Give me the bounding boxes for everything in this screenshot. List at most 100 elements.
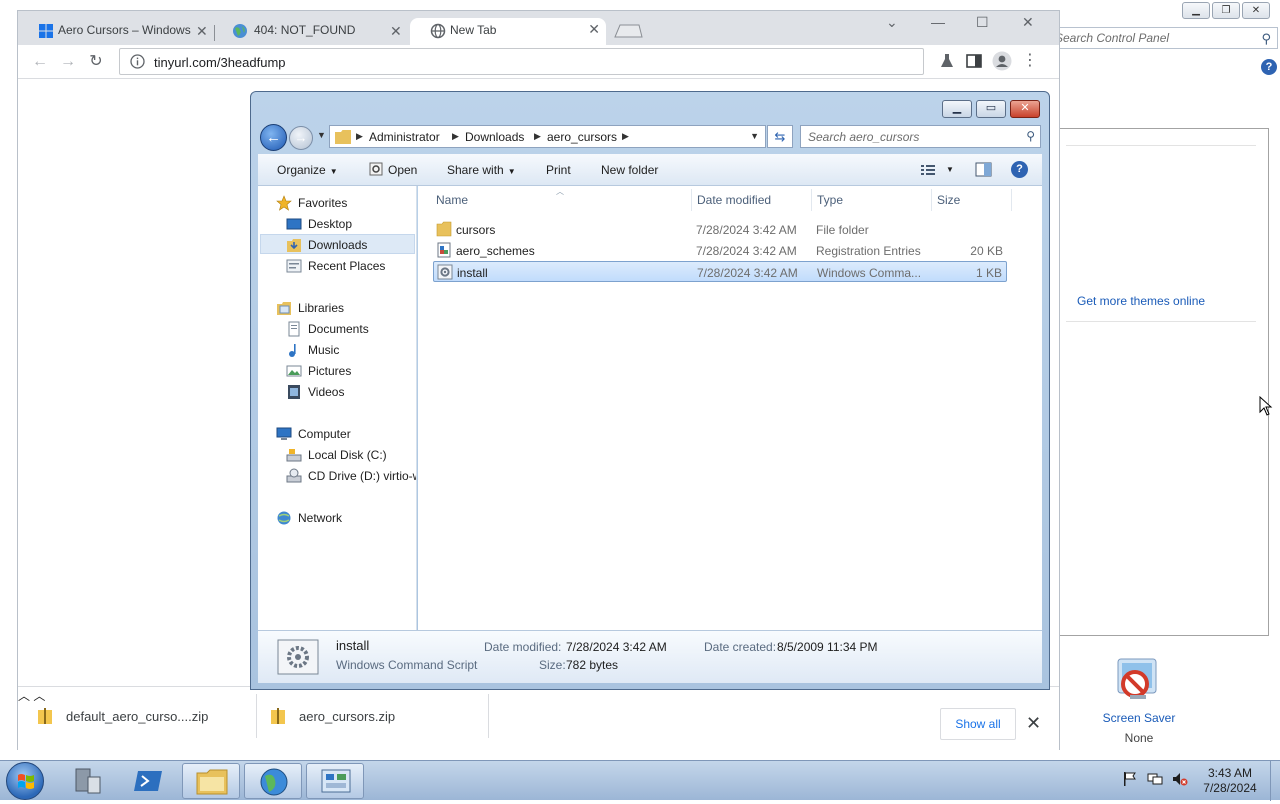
refresh-button[interactable]: ⇆	[767, 125, 793, 148]
file-row-install[interactable]: install 7/28/2024 3:42 AM Windows Comma.…	[433, 261, 1007, 282]
column-header-name[interactable]: Name	[436, 193, 468, 207]
help-icon[interactable]: ?	[1261, 59, 1277, 75]
search-icon[interactable]: ⚲	[1026, 129, 1035, 143]
column-header-size[interactable]: Size	[937, 193, 960, 207]
recent-places-icon	[286, 259, 302, 273]
forward-arrow-icon[interactable]: →	[57, 51, 79, 73]
details-date-modified-label: Date modified:	[484, 640, 562, 654]
cp-close-button[interactable]: ✕	[1242, 2, 1270, 19]
system-clock[interactable]: 3:43 AM 7/28/2024	[1195, 766, 1265, 796]
reload-icon[interactable]: ↻	[85, 51, 107, 73]
close-button[interactable]: ✕	[1010, 100, 1040, 118]
download-filename: default_aero_curso....zip	[66, 708, 209, 724]
tab-404-not-found[interactable]: 404: NOT_FOUND	[214, 18, 404, 45]
tab-new-tab[interactable]: New Tab ✕	[410, 18, 606, 45]
close-icon[interactable]: ✕	[196, 23, 208, 40]
back-button[interactable]: ←	[260, 124, 287, 151]
downloads-folder-icon	[287, 239, 301, 252]
preview-pane-icon[interactable]	[975, 162, 992, 177]
close-icon[interactable]: ✕	[390, 23, 402, 40]
action-center-flag-icon[interactable]	[1122, 771, 1138, 787]
script-gear-icon	[277, 639, 319, 675]
taskbar-server-manager[interactable]	[58, 763, 116, 799]
maximize-icon[interactable]: ☐	[976, 14, 989, 31]
chevron-right-icon[interactable]: ▶	[356, 131, 363, 142]
breadcrumb-downloads[interactable]: Downloads	[465, 130, 524, 144]
address-dropdown[interactable]: ▼	[750, 131, 759, 141]
explorer-search-input[interactable]: Search aero_cursors ⚲	[800, 125, 1041, 148]
download-item[interactable]: aero_cursors.zip	[271, 687, 395, 745]
close-icon[interactable]: ✕	[1026, 713, 1041, 734]
network-tray-icon[interactable]	[1147, 771, 1163, 787]
close-icon[interactable]: ✕	[588, 21, 600, 38]
profile-avatar-icon[interactable]	[992, 51, 1012, 71]
videos-icon	[288, 385, 300, 399]
file-row-cursors[interactable]: cursors 7/28/2024 3:42 AM File folder	[433, 219, 1007, 240]
open-file-icon[interactable]	[368, 161, 384, 177]
show-desktop-button[interactable]	[1270, 761, 1280, 801]
print-button[interactable]: Print	[546, 163, 571, 177]
view-options-icon[interactable]	[920, 163, 936, 177]
documents-icon	[288, 321, 300, 337]
download-bar: default_aero_curso....zip ︿ aero_cursors…	[18, 686, 1059, 750]
download-filename: aero_cursors.zip	[299, 708, 396, 724]
screen-saver-icon[interactable]	[1114, 657, 1160, 705]
new-tab-button[interactable]	[613, 24, 643, 38]
file-date: 7/28/2024 3:42 AM	[696, 223, 797, 237]
minimize-button[interactable]: ▁	[942, 100, 972, 118]
maximize-button[interactable]: ▭	[976, 100, 1006, 118]
show-all-button[interactable]: Show all	[940, 708, 1016, 740]
taskbar-control-panel[interactable]	[306, 763, 364, 799]
chevron-right-icon[interactable]: ▶	[534, 131, 541, 142]
taskbar-powershell[interactable]	[120, 763, 178, 799]
address-bar[interactable]: ▶ Administrator ▶ Downloads ▶ aero_curso…	[329, 125, 766, 148]
nav-downloads[interactable]: Downloads	[260, 234, 415, 254]
start-button[interactable]	[6, 762, 44, 800]
file-row-aero-schemes[interactable]: aero_schemes 7/28/2024 3:42 AM Registrat…	[433, 240, 1007, 261]
help-icon[interactable]: ?	[1011, 161, 1028, 178]
desktop-icon	[286, 218, 302, 230]
details-file-name: install	[336, 638, 370, 653]
cp-divider	[1066, 321, 1256, 322]
breadcrumb-administrator[interactable]: Administrator	[369, 130, 440, 144]
info-icon[interactable]	[130, 54, 145, 69]
address-bar[interactable]: tinyurl.com/3headfump	[119, 48, 924, 75]
minimize-icon[interactable]: —	[931, 14, 945, 30]
labs-flask-icon[interactable]	[938, 52, 956, 70]
server-manager-icon	[75, 768, 101, 794]
cp-restore-button[interactable]: ❐	[1212, 2, 1240, 19]
chevron-up-icon[interactable]: ︿	[18, 689, 30, 703]
breadcrumb-aero-cursors[interactable]: aero_cursors	[547, 130, 617, 144]
cp-divider	[1066, 145, 1256, 146]
zip-file-icon	[271, 708, 285, 724]
new-folder-button[interactable]: New folder	[601, 163, 658, 177]
download-item[interactable]: default_aero_curso....zip	[38, 687, 208, 745]
open-button[interactable]: Open	[388, 163, 417, 177]
search-icon[interactable]: ⚲	[1261, 31, 1271, 47]
close-icon[interactable]: ✕	[1022, 14, 1034, 31]
taskbar-explorer[interactable]	[182, 763, 240, 799]
cp-minimize-button[interactable]: ▁	[1182, 2, 1210, 19]
volume-muted-icon[interactable]	[1172, 771, 1188, 787]
computer-icon	[276, 427, 292, 440]
back-arrow-icon[interactable]: ←	[29, 51, 51, 73]
chevron-down-icon[interactable]: ▼	[946, 165, 954, 174]
column-header-type[interactable]: Type	[817, 193, 843, 207]
share-with-button[interactable]: Share with ▼	[447, 163, 516, 177]
side-panel-icon[interactable]	[965, 52, 983, 70]
forward-button[interactable]: →	[289, 126, 313, 150]
chevron-right-icon[interactable]: ▶	[452, 131, 459, 142]
zip-file-icon	[38, 708, 52, 724]
taskbar-chrome[interactable]	[244, 763, 302, 799]
recent-pages-dropdown[interactable]: ▼	[317, 130, 326, 140]
get-more-themes-link[interactable]: Get more themes online	[1077, 294, 1205, 308]
chevron-right-icon[interactable]: ▶	[622, 131, 629, 142]
column-header-date[interactable]: Date modified	[697, 193, 771, 207]
tab-aero-cursors[interactable]: Aero Cursors – Windows	[18, 18, 211, 45]
star-icon	[276, 195, 292, 211]
cp-search-input[interactable]: Search Control Panel ⚲	[1040, 27, 1278, 49]
chevron-down-icon[interactable]: ⌄	[886, 14, 898, 31]
more-menu-icon[interactable]: ⋮	[1019, 50, 1041, 72]
screen-saver-label[interactable]: Screen Saver	[1094, 711, 1184, 725]
organize-button[interactable]: Organize ▼	[277, 163, 338, 177]
